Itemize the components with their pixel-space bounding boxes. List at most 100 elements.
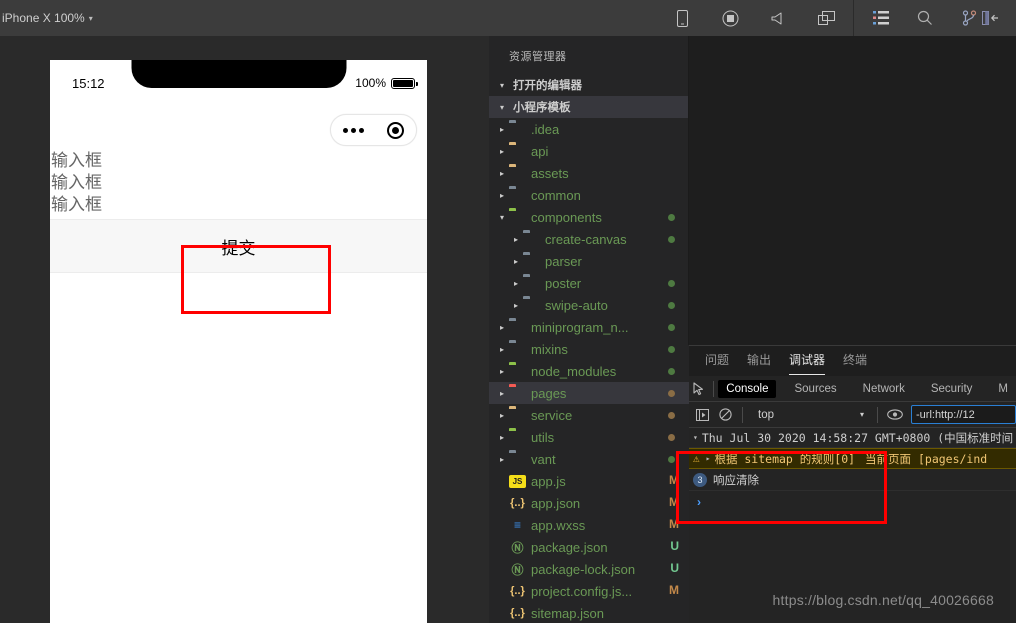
panel-tab[interactable]: 输出 — [747, 351, 771, 371]
folder-icon — [523, 254, 540, 269]
file-tree-label: pages — [531, 385, 567, 401]
file-tree-row[interactable]: {..} sitemap.json — [489, 602, 689, 623]
chevron-down-icon[interactable] — [495, 213, 509, 222]
file-tree-row[interactable]: mixins — [489, 338, 689, 360]
npm-file-icon: Ⓝ — [511, 540, 524, 555]
devtools-tab[interactable]: Sources — [786, 380, 844, 398]
file-tree-row[interactable]: pages — [489, 382, 689, 404]
file-tree-label: parser — [545, 253, 582, 269]
chevron-right-icon[interactable] — [495, 411, 509, 420]
panel-tab[interactable]: 调试器 — [789, 351, 826, 375]
file-tree-row[interactable]: utils — [489, 426, 689, 448]
editor-empty-area — [689, 36, 1016, 345]
chevron-right-icon[interactable] — [495, 345, 509, 354]
phone-status-bar: 15:12 100% — [50, 60, 427, 108]
battery-icon — [391, 77, 418, 89]
chevron-right-icon[interactable] — [495, 169, 509, 178]
console-filter-input[interactable]: -url:http://12 — [911, 405, 1016, 424]
chevron-right-icon[interactable] — [509, 235, 523, 244]
search-icon[interactable] — [914, 7, 936, 29]
file-tree-row[interactable]: poster — [489, 272, 689, 294]
submit-button[interactable]: 提交 — [50, 219, 427, 273]
chevron-right-icon[interactable] — [509, 279, 523, 288]
chevron-right-icon[interactable]: ▸ — [706, 454, 711, 463]
input-placeholder-3[interactable]: 输入框 — [50, 194, 427, 216]
execute-icon[interactable] — [693, 405, 713, 425]
input-placeholder-2[interactable]: 输入框 — [50, 172, 427, 194]
file-tree-row[interactable]: api — [489, 140, 689, 162]
context-selector[interactable]: top ▾ — [750, 409, 870, 421]
file-tree-row[interactable]: JS app.js M — [489, 470, 689, 492]
chevron-right-icon[interactable] — [495, 125, 509, 134]
inspect-element-icon[interactable] — [693, 378, 708, 400]
simulator-panel: 15:12 100% 输入框 输入框 输入框 提交 — [0, 36, 489, 623]
status-dot — [668, 346, 675, 353]
file-tree-row[interactable]: common — [489, 184, 689, 206]
file-tree-row[interactable]: service — [489, 404, 689, 426]
chevron-right-icon[interactable] — [509, 257, 523, 266]
mobile-preview-icon[interactable] — [671, 7, 693, 29]
input-placeholder-1[interactable]: 输入框 — [50, 150, 427, 172]
file-tree: .idea api assets common components create-can… — [489, 118, 689, 623]
chevron-right-icon[interactable] — [509, 301, 523, 310]
chevron-right-icon[interactable] — [495, 323, 509, 332]
file-tree-row[interactable]: parser — [489, 250, 689, 272]
file-tree-row[interactable]: components — [489, 206, 689, 228]
console-timestamp-row[interactable]: ▾ Thu Jul 30 2020 14:58:27 GMT+0800 (中国标准… — [689, 428, 1016, 448]
file-tree-row[interactable]: swipe-auto — [489, 294, 689, 316]
toggle-panel-icon[interactable] — [980, 7, 1002, 29]
section-open-editors[interactable]: 打开的编辑器 — [489, 74, 689, 96]
devtools-tab[interactable]: Console — [718, 379, 777, 398]
chevron-right-icon[interactable] — [495, 147, 509, 156]
file-tree-row[interactable]: node_modules — [489, 360, 689, 382]
devtools-tab-group: Console Sources Network Security M — [718, 379, 1016, 398]
devtools-tab[interactable]: M — [990, 380, 1016, 398]
remote-debug-icon[interactable] — [767, 7, 789, 29]
file-tree-row[interactable]: Ⓝpackage.json U — [489, 536, 689, 558]
explorer-icon[interactable] — [870, 7, 892, 29]
section-project-root[interactable]: 小程序模板 — [489, 96, 689, 118]
file-tree-row[interactable]: create-canvas — [489, 228, 689, 250]
file-tree-row[interactable]: vant — [489, 448, 689, 470]
file-tree-row[interactable]: assets — [489, 162, 689, 184]
console-warning-row[interactable]: ⚠ ▸ 根据 sitemap 的规则[0] 当前页面 [pages/ind — [689, 448, 1016, 469]
file-tree-row[interactable]: .idea — [489, 118, 689, 140]
console-info-row[interactable]: 3 响应清除 — [689, 469, 1016, 491]
file-tree-row[interactable]: Ⓝpackage-lock.json U — [489, 558, 689, 580]
chevron-right-icon[interactable] — [495, 455, 509, 464]
chevron-right-icon[interactable] — [495, 191, 509, 200]
clear-console-icon[interactable] — [715, 405, 735, 425]
file-tree-row[interactable]: {..} app.json M — [489, 492, 689, 514]
live-expression-icon[interactable] — [885, 405, 905, 425]
more-menu-icon[interactable] — [342, 127, 364, 133]
console-toolbar: top ▾ -url:http://12 — [689, 402, 1016, 428]
source-control-icon[interactable] — [958, 7, 980, 29]
chevron-down-icon[interactable]: ▾ — [693, 433, 698, 442]
miniprogram-capsule[interactable] — [330, 114, 417, 146]
chevron-right-icon[interactable] — [495, 433, 509, 442]
devtools-tab[interactable]: Network — [855, 380, 913, 398]
status-dot — [668, 390, 675, 397]
chrome-devtools: Console Sources Network Security M top ▾ — [689, 376, 1016, 623]
close-target-icon[interactable] — [387, 121, 405, 139]
status-dot — [668, 456, 675, 463]
console-prompt-row[interactable]: › — [689, 491, 1016, 513]
file-tree-label: assets — [531, 165, 569, 181]
folder-icon — [509, 452, 526, 467]
file-tree-label: mixins — [531, 341, 568, 357]
panel-tab[interactable]: 问题 — [705, 351, 729, 371]
devtools-tab[interactable]: Security — [923, 380, 981, 398]
split-window-icon[interactable] — [815, 7, 837, 29]
chevron-right-icon[interactable] — [495, 389, 509, 398]
git-status-badge: M — [669, 583, 679, 597]
panel-tab[interactable]: 终端 — [843, 351, 867, 371]
file-tree-row[interactable]: miniprogram_n... — [489, 316, 689, 338]
js-file-icon: JS — [509, 474, 526, 488]
file-tree-row[interactable]: ≡ app.wxss M — [489, 514, 689, 536]
file-tree-row[interactable]: {..} project.config.js... M — [489, 580, 689, 602]
console-info-text: 响应清除 — [713, 472, 759, 487]
device-selector[interactable]: iPhone X 100% ▾ — [0, 11, 93, 25]
chevron-right-icon[interactable] — [495, 367, 509, 376]
record-icon[interactable] — [719, 7, 741, 29]
battery-percent: 100% — [355, 76, 386, 90]
